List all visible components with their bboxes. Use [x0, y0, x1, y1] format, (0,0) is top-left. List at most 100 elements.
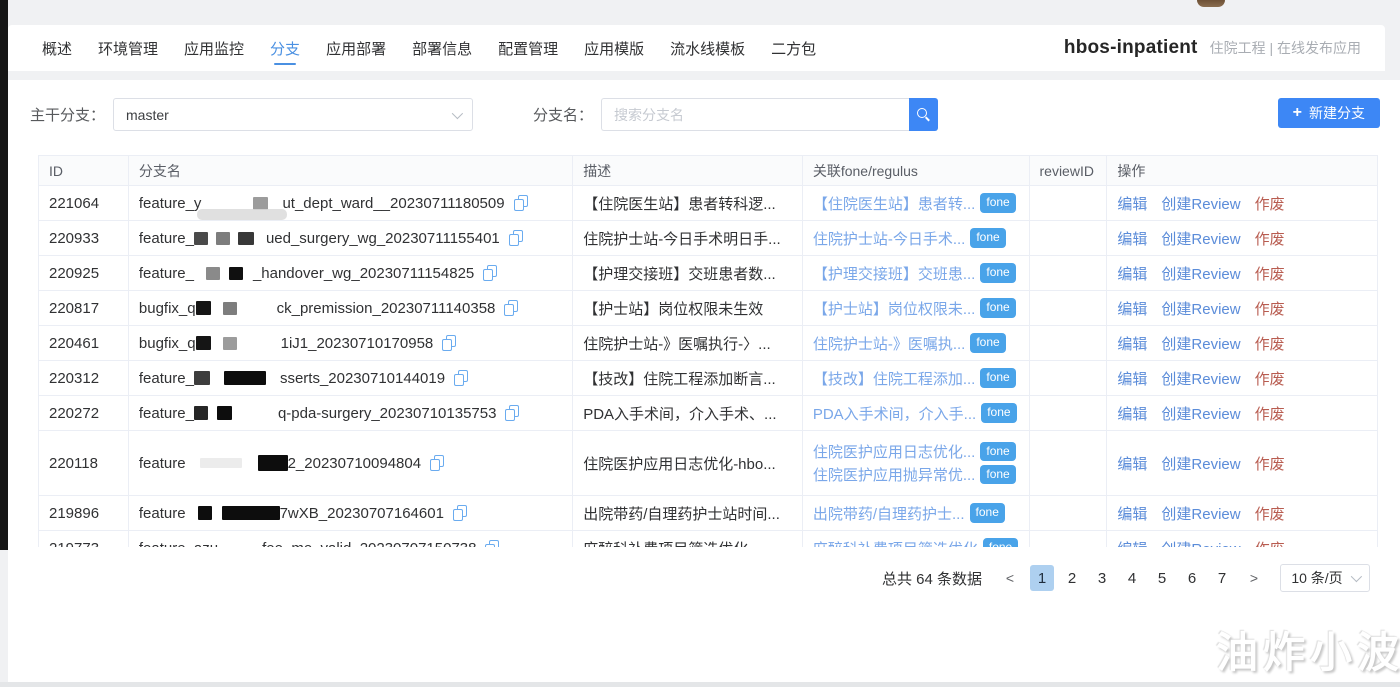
redaction-gap: [201, 203, 253, 204]
create-review-link[interactable]: 创建Review: [1161, 193, 1240, 214]
edit-link[interactable]: 编辑: [1117, 503, 1147, 524]
create-review-link[interactable]: 创建Review: [1161, 503, 1240, 524]
search-button[interactable]: [909, 98, 939, 131]
edit-link[interactable]: 编辑: [1117, 263, 1147, 284]
discard-link[interactable]: 作废: [1255, 503, 1285, 524]
create-review-link[interactable]: 创建Review: [1161, 453, 1240, 474]
fone-link[interactable]: 【护理交接班】交班患...: [813, 263, 976, 284]
row-id: 220925: [39, 256, 129, 291]
branch-name-cell: feature_y ut_dept_ward__20230711180509: [128, 186, 574, 221]
fone-link[interactable]: 住院护士站-今日手术...: [813, 228, 966, 249]
edit-link[interactable]: 编辑: [1117, 228, 1147, 249]
trunk-branch-select[interactable]: master: [113, 98, 474, 131]
fone-links-cell: 住院医护应用日志优化... fone 住院医护应用抛异常优... fone: [802, 431, 1030, 496]
discard-link[interactable]: 作废: [1255, 298, 1285, 319]
fone-link[interactable]: 【护士站】岗位权限未...: [813, 298, 976, 319]
create-review-link[interactable]: 创建Review: [1161, 333, 1240, 354]
branch-name-text: feature: [138, 504, 186, 522]
copy-icon[interactable]: [513, 195, 528, 211]
copy-icon[interactable]: [454, 370, 469, 386]
create-review-link[interactable]: 创建Review: [1161, 368, 1240, 389]
create-review-link[interactable]: 创建Review: [1161, 403, 1240, 424]
tab-流水线模板[interactable]: 流水线模板: [670, 25, 745, 71]
fone-link[interactable]: 住院医护应用抛异常优...: [813, 464, 976, 485]
fone-tag[interactable]: fone: [980, 193, 1016, 213]
fone-tag[interactable]: fone: [980, 298, 1016, 318]
fone-tag[interactable]: fone: [982, 538, 1019, 547]
copy-icon[interactable]: [485, 540, 500, 547]
tab-配置管理[interactable]: 配置管理: [498, 25, 558, 71]
fone-tag[interactable]: fone: [980, 464, 1016, 485]
fone-link[interactable]: 【住院医生站】患者转...: [813, 193, 976, 214]
copy-icon[interactable]: [504, 300, 519, 316]
create-review-link[interactable]: 创建Review: [1161, 263, 1240, 284]
create-review-link[interactable]: 创建Review: [1161, 228, 1240, 249]
redaction-gap: [211, 308, 223, 309]
fone-tag[interactable]: fone: [970, 333, 1006, 353]
fone-tag[interactable]: fone: [981, 403, 1017, 423]
redaction-block: [193, 406, 208, 420]
fone-tag[interactable]: fone: [980, 368, 1016, 388]
create-review-link[interactable]: 创建Review: [1161, 298, 1240, 319]
page-number-5[interactable]: 5: [1150, 565, 1174, 591]
discard-link[interactable]: 作废: [1255, 193, 1285, 214]
prev-page-button[interactable]: <: [999, 565, 1021, 591]
fone-tag[interactable]: fone: [969, 503, 1005, 523]
edit-link[interactable]: 编辑: [1117, 333, 1147, 354]
page-number-1[interactable]: 1: [1030, 565, 1054, 591]
tab-概述[interactable]: 概述: [42, 25, 72, 71]
page-number-6[interactable]: 6: [1180, 565, 1204, 591]
branch-name-cell: feature 7wXB_20230707164601: [128, 496, 574, 531]
tab-应用部署[interactable]: 应用部署: [326, 25, 386, 71]
copy-icon[interactable]: [483, 265, 498, 281]
new-branch-button[interactable]: + 新建分支: [1277, 98, 1380, 128]
discard-link[interactable]: 作废: [1255, 538, 1285, 548]
fone-link[interactable]: 【技改】住院工程添加...: [813, 368, 976, 389]
next-page-button[interactable]: >: [1243, 565, 1265, 591]
actions-cell: 编辑创建Review 作废: [1107, 256, 1377, 291]
page-number-2[interactable]: 2: [1060, 565, 1084, 591]
redaction-gap: [230, 238, 238, 239]
tab-应用监控[interactable]: 应用监控: [184, 25, 244, 71]
tab-分支[interactable]: 分支: [270, 25, 300, 71]
edit-link[interactable]: 编辑: [1117, 538, 1147, 548]
fone-link[interactable]: 麻醉科补费项目筛选优化: [813, 538, 978, 548]
fone-link[interactable]: 住院医护应用日志优化...: [813, 441, 976, 462]
fone-tag[interactable]: fone: [980, 263, 1016, 283]
search-input[interactable]: [601, 98, 910, 131]
edit-link[interactable]: 编辑: [1117, 193, 1147, 214]
discard-link[interactable]: 作废: [1255, 333, 1285, 354]
fone-link[interactable]: 出院带药/自理药护士...: [813, 503, 965, 524]
fone-link[interactable]: PDA入手术间，介入手...: [813, 403, 976, 424]
discard-link[interactable]: 作废: [1255, 263, 1285, 284]
avatar[interactable]: [1197, 0, 1225, 7]
page-number-4[interactable]: 4: [1120, 565, 1144, 591]
tab-环境管理[interactable]: 环境管理: [98, 25, 158, 71]
tab-部署信息[interactable]: 部署信息: [412, 25, 472, 71]
tab-应用模版[interactable]: 应用模版: [584, 25, 644, 71]
tab-二方包[interactable]: 二方包: [771, 25, 816, 71]
edit-link[interactable]: 编辑: [1117, 368, 1147, 389]
discard-link[interactable]: 作废: [1255, 453, 1285, 474]
edit-link[interactable]: 编辑: [1117, 298, 1147, 319]
actions-cell: 编辑创建Review 作废: [1107, 221, 1377, 256]
copy-icon[interactable]: [430, 455, 445, 471]
page-number-7[interactable]: 7: [1210, 565, 1234, 591]
edit-link[interactable]: 编辑: [1117, 453, 1147, 474]
copy-icon[interactable]: [452, 505, 467, 521]
discard-link[interactable]: 作废: [1255, 403, 1285, 424]
fone-tag[interactable]: fone: [970, 228, 1006, 248]
discard-link[interactable]: 作废: [1255, 368, 1285, 389]
copy-icon[interactable]: [442, 335, 457, 351]
fone-tag[interactable]: fone: [980, 441, 1016, 462]
copy-icon[interactable]: [505, 405, 520, 421]
discard-link[interactable]: 作废: [1255, 228, 1285, 249]
table-row: 219896 feature 7wXB_20230707164601 出院带药/自理药…: [39, 496, 1377, 531]
fone-link[interactable]: 住院护士站-》医嘱执...: [813, 333, 966, 354]
project-name: hbos-inpatient: [1063, 37, 1198, 58]
page-number-3[interactable]: 3: [1090, 565, 1114, 591]
create-review-link[interactable]: 创建Review: [1161, 538, 1240, 548]
copy-icon[interactable]: [508, 230, 523, 246]
edit-link[interactable]: 编辑: [1117, 403, 1147, 424]
page-size-select[interactable]: 10 条/页: [1280, 564, 1370, 592]
